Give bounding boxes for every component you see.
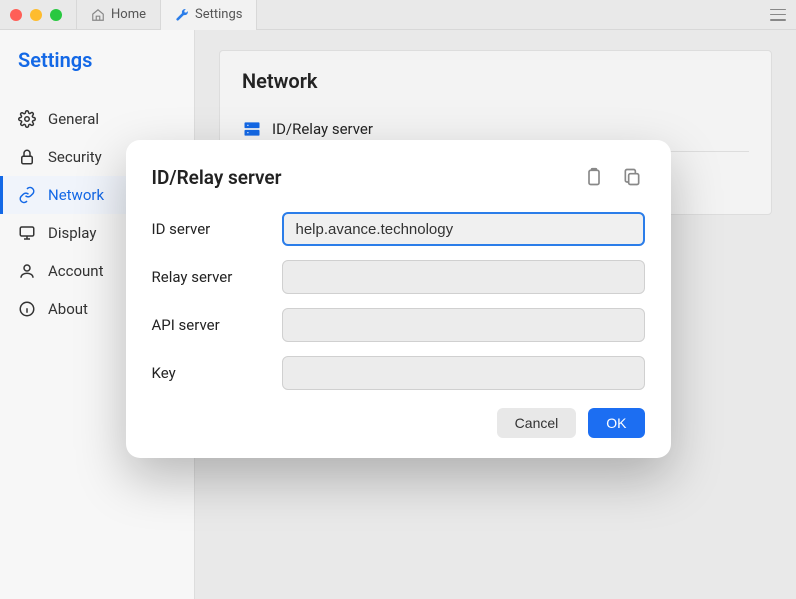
sidebar-item-general[interactable]: General <box>0 100 194 138</box>
wrench-icon <box>175 8 189 22</box>
info-icon <box>18 300 36 318</box>
section-label: ID/Relay server <box>272 120 373 138</box>
id-server-label: ID server <box>152 220 282 238</box>
person-icon <box>18 262 36 280</box>
sidebar-item-label: Security <box>48 148 102 166</box>
lock-icon <box>18 148 36 166</box>
api-server-input[interactable] <box>282 308 645 342</box>
monitor-icon <box>18 224 36 242</box>
link-icon <box>18 186 36 204</box>
maximize-window-button[interactable] <box>50 9 62 21</box>
cancel-button[interactable]: Cancel <box>497 408 577 438</box>
sidebar-item-label: Account <box>48 262 104 280</box>
sidebar-item-label: Display <box>48 224 96 242</box>
sidebar-item-label: General <box>48 110 99 128</box>
id-relay-server-dialog: ID/Relay server ID server Relay server A… <box>126 140 671 458</box>
id-server-input[interactable] <box>282 212 645 246</box>
paste-button[interactable] <box>581 164 607 190</box>
gear-icon <box>18 110 36 128</box>
minimize-window-button[interactable] <box>30 9 42 21</box>
menu-icon[interactable] <box>770 9 786 21</box>
tab-settings[interactable]: Settings <box>161 0 257 30</box>
titlebar: Home Settings <box>0 0 796 30</box>
relay-server-label: Relay server <box>152 268 282 286</box>
sidebar-title: Settings <box>0 44 194 100</box>
dialog-title: ID/Relay server <box>152 166 282 189</box>
sidebar-item-label: About <box>48 300 88 318</box>
relay-server-input[interactable] <box>282 260 645 294</box>
close-window-button[interactable] <box>10 9 22 21</box>
home-icon <box>91 8 105 22</box>
key-input[interactable] <box>282 356 645 390</box>
card-title: Network <box>242 69 749 93</box>
api-server-label: API server <box>152 316 282 334</box>
ok-button[interactable]: OK <box>588 408 644 438</box>
tab-label: Settings <box>195 7 242 22</box>
copy-button[interactable] <box>619 164 645 190</box>
tab-home[interactable]: Home <box>76 0 161 30</box>
server-icon <box>242 119 262 139</box>
tab-label: Home <box>111 7 146 22</box>
sidebar-item-label: Network <box>48 186 104 204</box>
key-label: Key <box>152 364 282 382</box>
window-controls <box>10 9 62 21</box>
